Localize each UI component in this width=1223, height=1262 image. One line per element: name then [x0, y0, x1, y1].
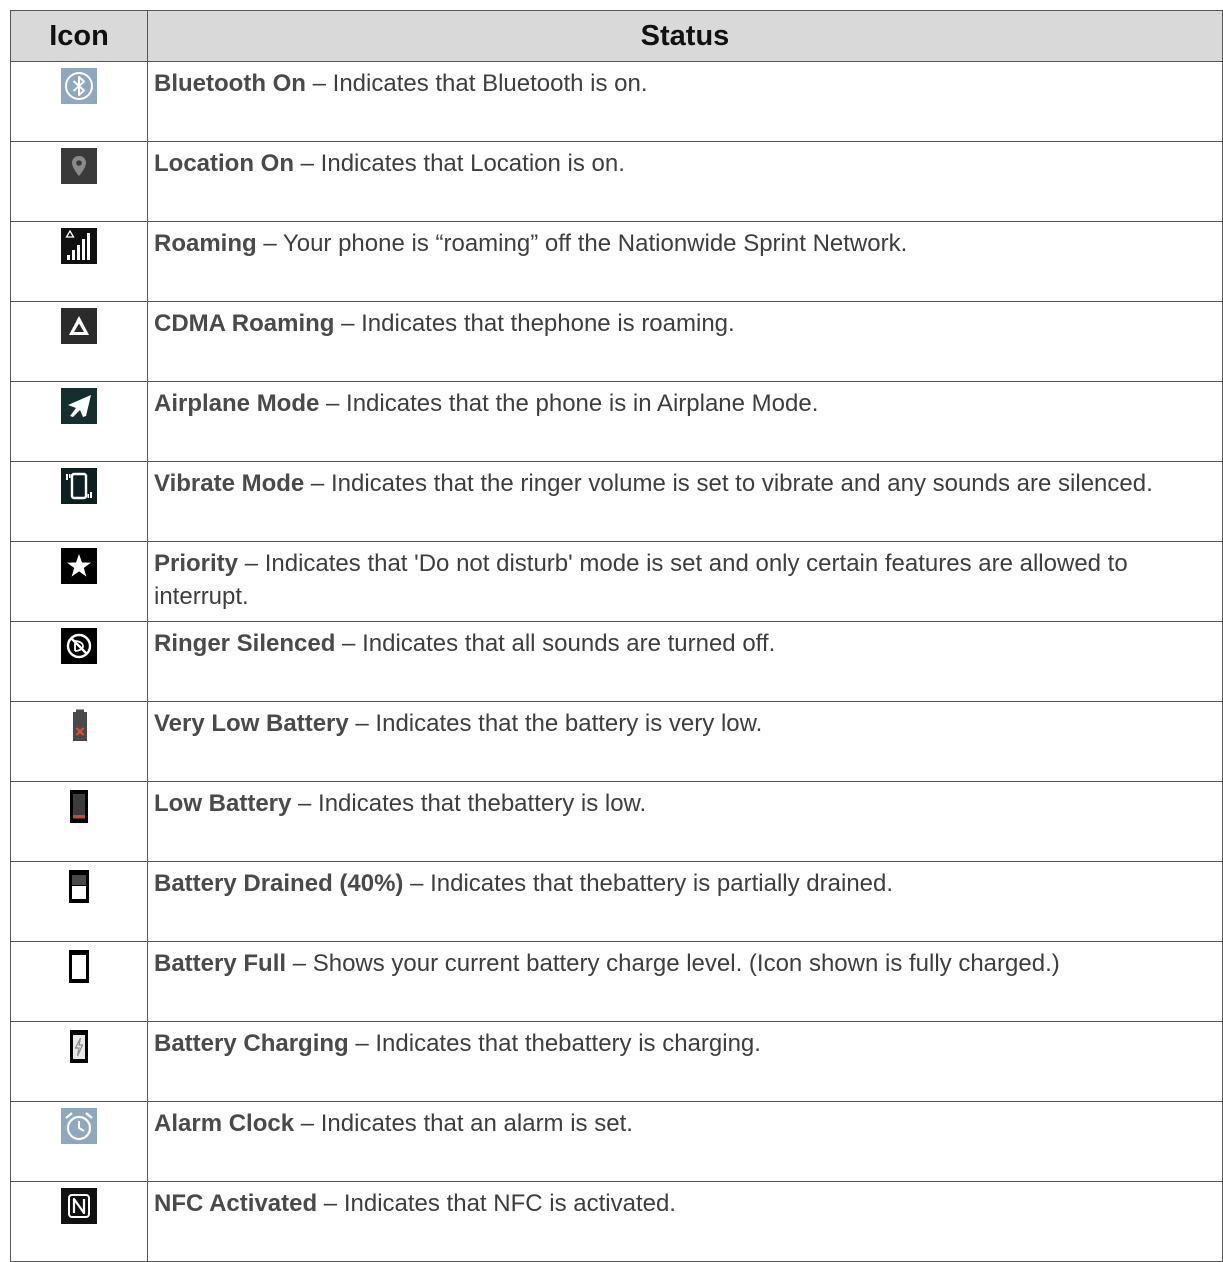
status-text: – Indicates that thebattery is charging.: [348, 1030, 761, 1057]
status-text: – Indicates that the battery is very low…: [348, 710, 763, 737]
status-text: – Indicates that all sounds are turned o…: [335, 630, 776, 657]
battery-low-icon: [61, 788, 97, 824]
status-text: – Indicates that Bluetooth is on.: [305, 70, 648, 97]
table-row: Very Low Battery – Indicates that the ba…: [10, 701, 1223, 782]
status-text: – Indicates that an alarm is set.: [294, 1110, 633, 1137]
status-description: Ringer Silenced – Indicates that all sou…: [147, 621, 1223, 702]
vibrate-icon: [61, 468, 97, 504]
status-description: Low Battery – Indicates that thebattery …: [147, 781, 1223, 862]
table-row: Vibrate Mode – Indicates that the ringer…: [10, 461, 1223, 542]
table-row: Priority – Indicates that 'Do not distur…: [10, 541, 1223, 622]
status-description: Very Low Battery – Indicates that the ba…: [147, 701, 1223, 782]
table-row: Bluetooth On – Indicates that Bluetooth …: [10, 61, 1223, 142]
status-text: – Indicates that thebattery is partially…: [403, 870, 894, 897]
status-description: Airplane Mode – Indicates that the phone…: [147, 381, 1223, 462]
table-row: CDMA Roaming – Indicates that thephone i…: [10, 301, 1223, 382]
status-description: Battery Full – Shows your current batter…: [147, 941, 1223, 1022]
status-description: Alarm Clock – Indicates that an alarm is…: [147, 1101, 1223, 1182]
status-text: – Shows your current battery charge leve…: [286, 950, 1060, 977]
table-row: Alarm Clock – Indicates that an alarm is…: [10, 1101, 1223, 1182]
status-title: Airplane Mode: [154, 390, 320, 417]
status-description: Bluetooth On – Indicates that Bluetooth …: [147, 61, 1223, 142]
bluetooth-icon: [61, 68, 97, 104]
table-row: Battery Drained (40%) – Indicates that t…: [10, 861, 1223, 942]
status-title: Location On: [154, 150, 294, 177]
battery-very-low-icon: [61, 708, 97, 744]
table-row: Airplane Mode – Indicates that the phone…: [10, 381, 1223, 462]
airplane-icon: [61, 388, 97, 424]
battery-full-icon: [61, 948, 97, 984]
status-title: Alarm Clock: [154, 1110, 295, 1137]
status-text: – Indicates that the ringer volume is se…: [304, 470, 1153, 497]
table-row: Ringer Silenced – Indicates that all sou…: [10, 621, 1223, 702]
status-title: CDMA Roaming: [154, 310, 335, 337]
status-title: NFC Activated: [154, 1190, 318, 1217]
status-icon-table: Icon Status Bluetooth On – Indicates tha…: [10, 10, 1223, 1262]
table-header-row: Icon Status: [10, 10, 1223, 62]
status-description: Battery Drained (40%) – Indicates that t…: [147, 861, 1223, 942]
table-row: Roaming – Your phone is “roaming” off th…: [10, 221, 1223, 302]
status-title: Vibrate Mode: [154, 470, 305, 497]
status-title: Ringer Silenced: [154, 630, 336, 657]
status-title: Roaming: [154, 230, 257, 257]
ringer-silenced-icon: [61, 628, 97, 664]
status-title: Low Battery: [154, 790, 292, 817]
status-title: Priority: [154, 550, 239, 577]
status-title: Battery Charging: [154, 1030, 349, 1057]
status-title: Bluetooth On: [154, 70, 306, 97]
table-row: Battery Charging – Indicates that thebat…: [10, 1021, 1223, 1102]
status-description: Roaming – Your phone is “roaming” off th…: [147, 221, 1223, 302]
status-text: – Your phone is “roaming” off the Nation…: [256, 230, 908, 257]
nfc-icon: [61, 1188, 97, 1224]
status-text: – Indicates that thephone is roaming.: [334, 310, 735, 337]
status-text: – Indicates that NFC is activated.: [317, 1190, 676, 1217]
battery-drained-icon: [61, 868, 97, 904]
roaming-signal-icon: [61, 228, 97, 264]
status-description: NFC Activated – Indicates that NFC is ac…: [147, 1181, 1223, 1262]
table-row: NFC Activated – Indicates that NFC is ac…: [10, 1181, 1223, 1262]
status-title: Battery Drained (40%): [154, 870, 404, 897]
table-row: Low Battery – Indicates that thebattery …: [10, 781, 1223, 862]
battery-charging-icon: [61, 1028, 97, 1064]
status-description: CDMA Roaming – Indicates that thephone i…: [147, 301, 1223, 382]
cdma-roaming-icon: [61, 308, 97, 344]
status-text: – Indicates that thebattery is low.: [291, 790, 647, 817]
status-text: – Indicates that Location is on.: [294, 150, 625, 177]
status-column-header: Status: [147, 10, 1223, 62]
alarm-clock-icon: [61, 1108, 97, 1144]
status-description: Location On – Indicates that Location is…: [147, 141, 1223, 222]
status-text: – Indicates that 'Do not disturb' mode i…: [154, 550, 1128, 610]
status-description: Priority – Indicates that 'Do not distur…: [147, 541, 1223, 622]
status-title: Battery Full: [154, 950, 287, 977]
status-text: – Indicates that the phone is in Airplan…: [319, 390, 819, 417]
status-title: Very Low Battery: [154, 710, 349, 737]
location-icon: [61, 148, 97, 184]
status-description: Battery Charging – Indicates that thebat…: [147, 1021, 1223, 1102]
table-row: Battery Full – Shows your current batter…: [10, 941, 1223, 1022]
table-row: Location On – Indicates that Location is…: [10, 141, 1223, 222]
star-icon: [61, 548, 97, 584]
status-description: Vibrate Mode – Indicates that the ringer…: [147, 461, 1223, 542]
icon-column-header: Icon: [10, 10, 148, 62]
